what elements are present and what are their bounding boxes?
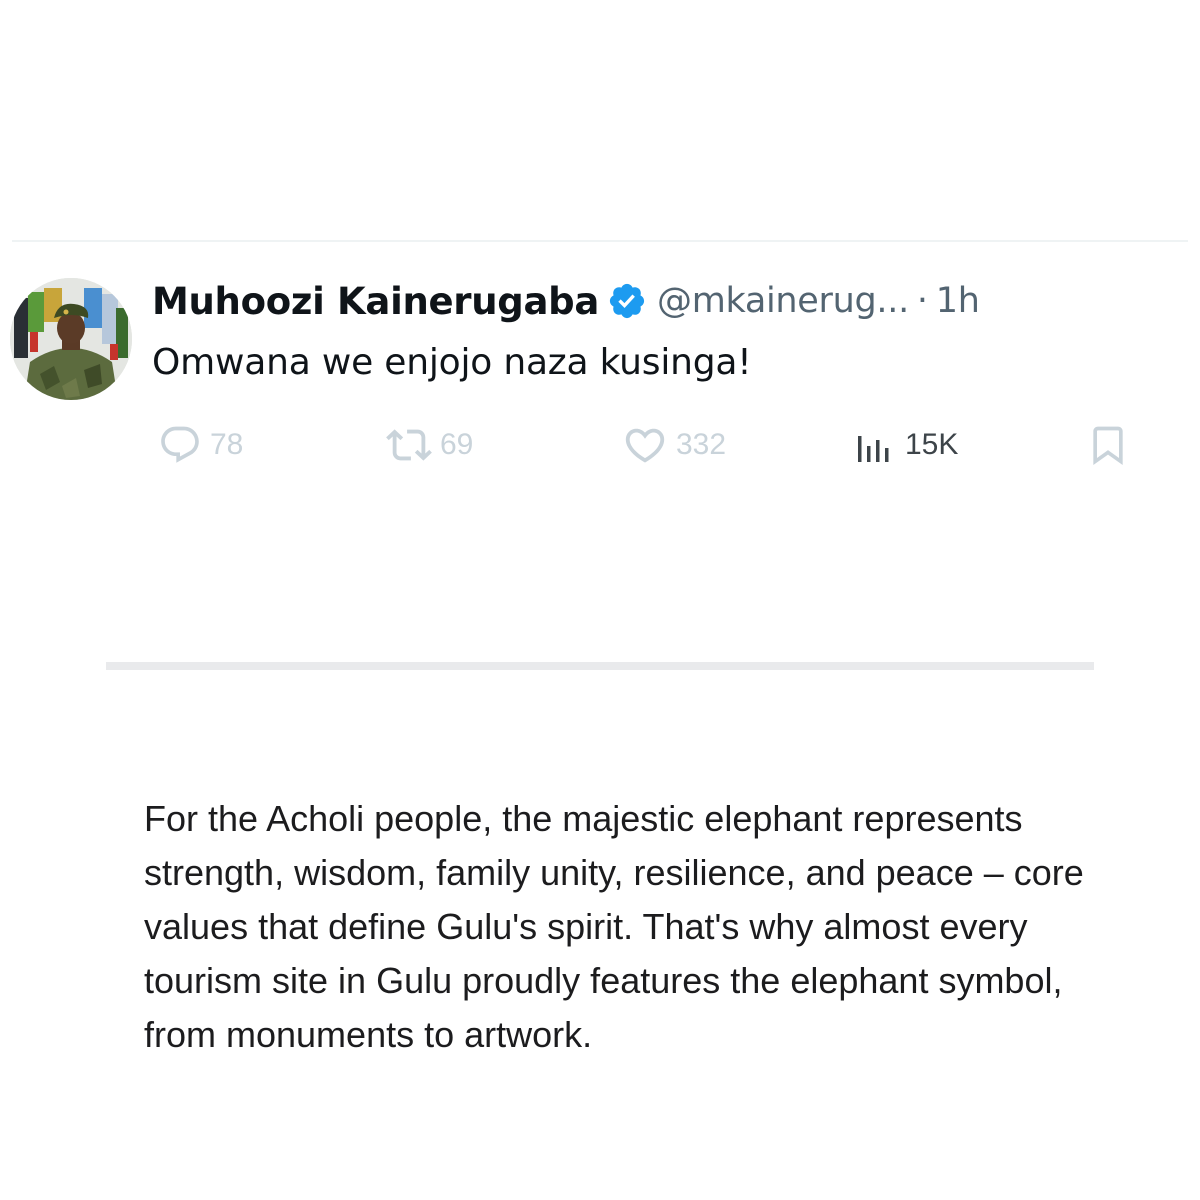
- like-count: 332: [676, 428, 727, 461]
- separator-dot: ·: [916, 281, 928, 321]
- bookmark-button[interactable]: [1086, 420, 1130, 470]
- views-button[interactable]: 15K: [855, 420, 958, 470]
- retweet-count: 69: [440, 428, 474, 461]
- avatar[interactable]: [10, 278, 132, 400]
- reply-button[interactable]: 78: [158, 420, 243, 470]
- section-divider: [106, 662, 1094, 670]
- tweet-card[interactable]: Muhoozi Kainerugaba @mkainerug... · 1h O…: [0, 242, 1200, 492]
- retweet-icon: [386, 422, 432, 468]
- timestamp[interactable]: 1h: [936, 281, 980, 321]
- display-name[interactable]: Muhoozi Kainerugaba: [152, 280, 599, 323]
- heart-icon: [622, 422, 668, 468]
- tweet-text: Omwana we enjojo naza kusinga!: [152, 342, 752, 383]
- reply-icon: [158, 423, 202, 467]
- like-button[interactable]: 332: [622, 420, 726, 470]
- verified-badge-icon: [607, 281, 647, 321]
- reply-count: 78: [210, 428, 244, 461]
- views-count: 15K: [905, 428, 959, 461]
- caption-text: For the Acholi people, the majestic elep…: [144, 798, 1084, 1055]
- handle[interactable]: @mkainerug...: [657, 281, 909, 321]
- views-bar-chart-icon: [855, 422, 897, 468]
- bookmark-icon: [1086, 422, 1130, 468]
- tweet-header: Muhoozi Kainerugaba @mkainerug... · 1h: [152, 276, 980, 326]
- avatar-photo: [10, 278, 132, 400]
- retweet-button[interactable]: 69: [386, 420, 473, 470]
